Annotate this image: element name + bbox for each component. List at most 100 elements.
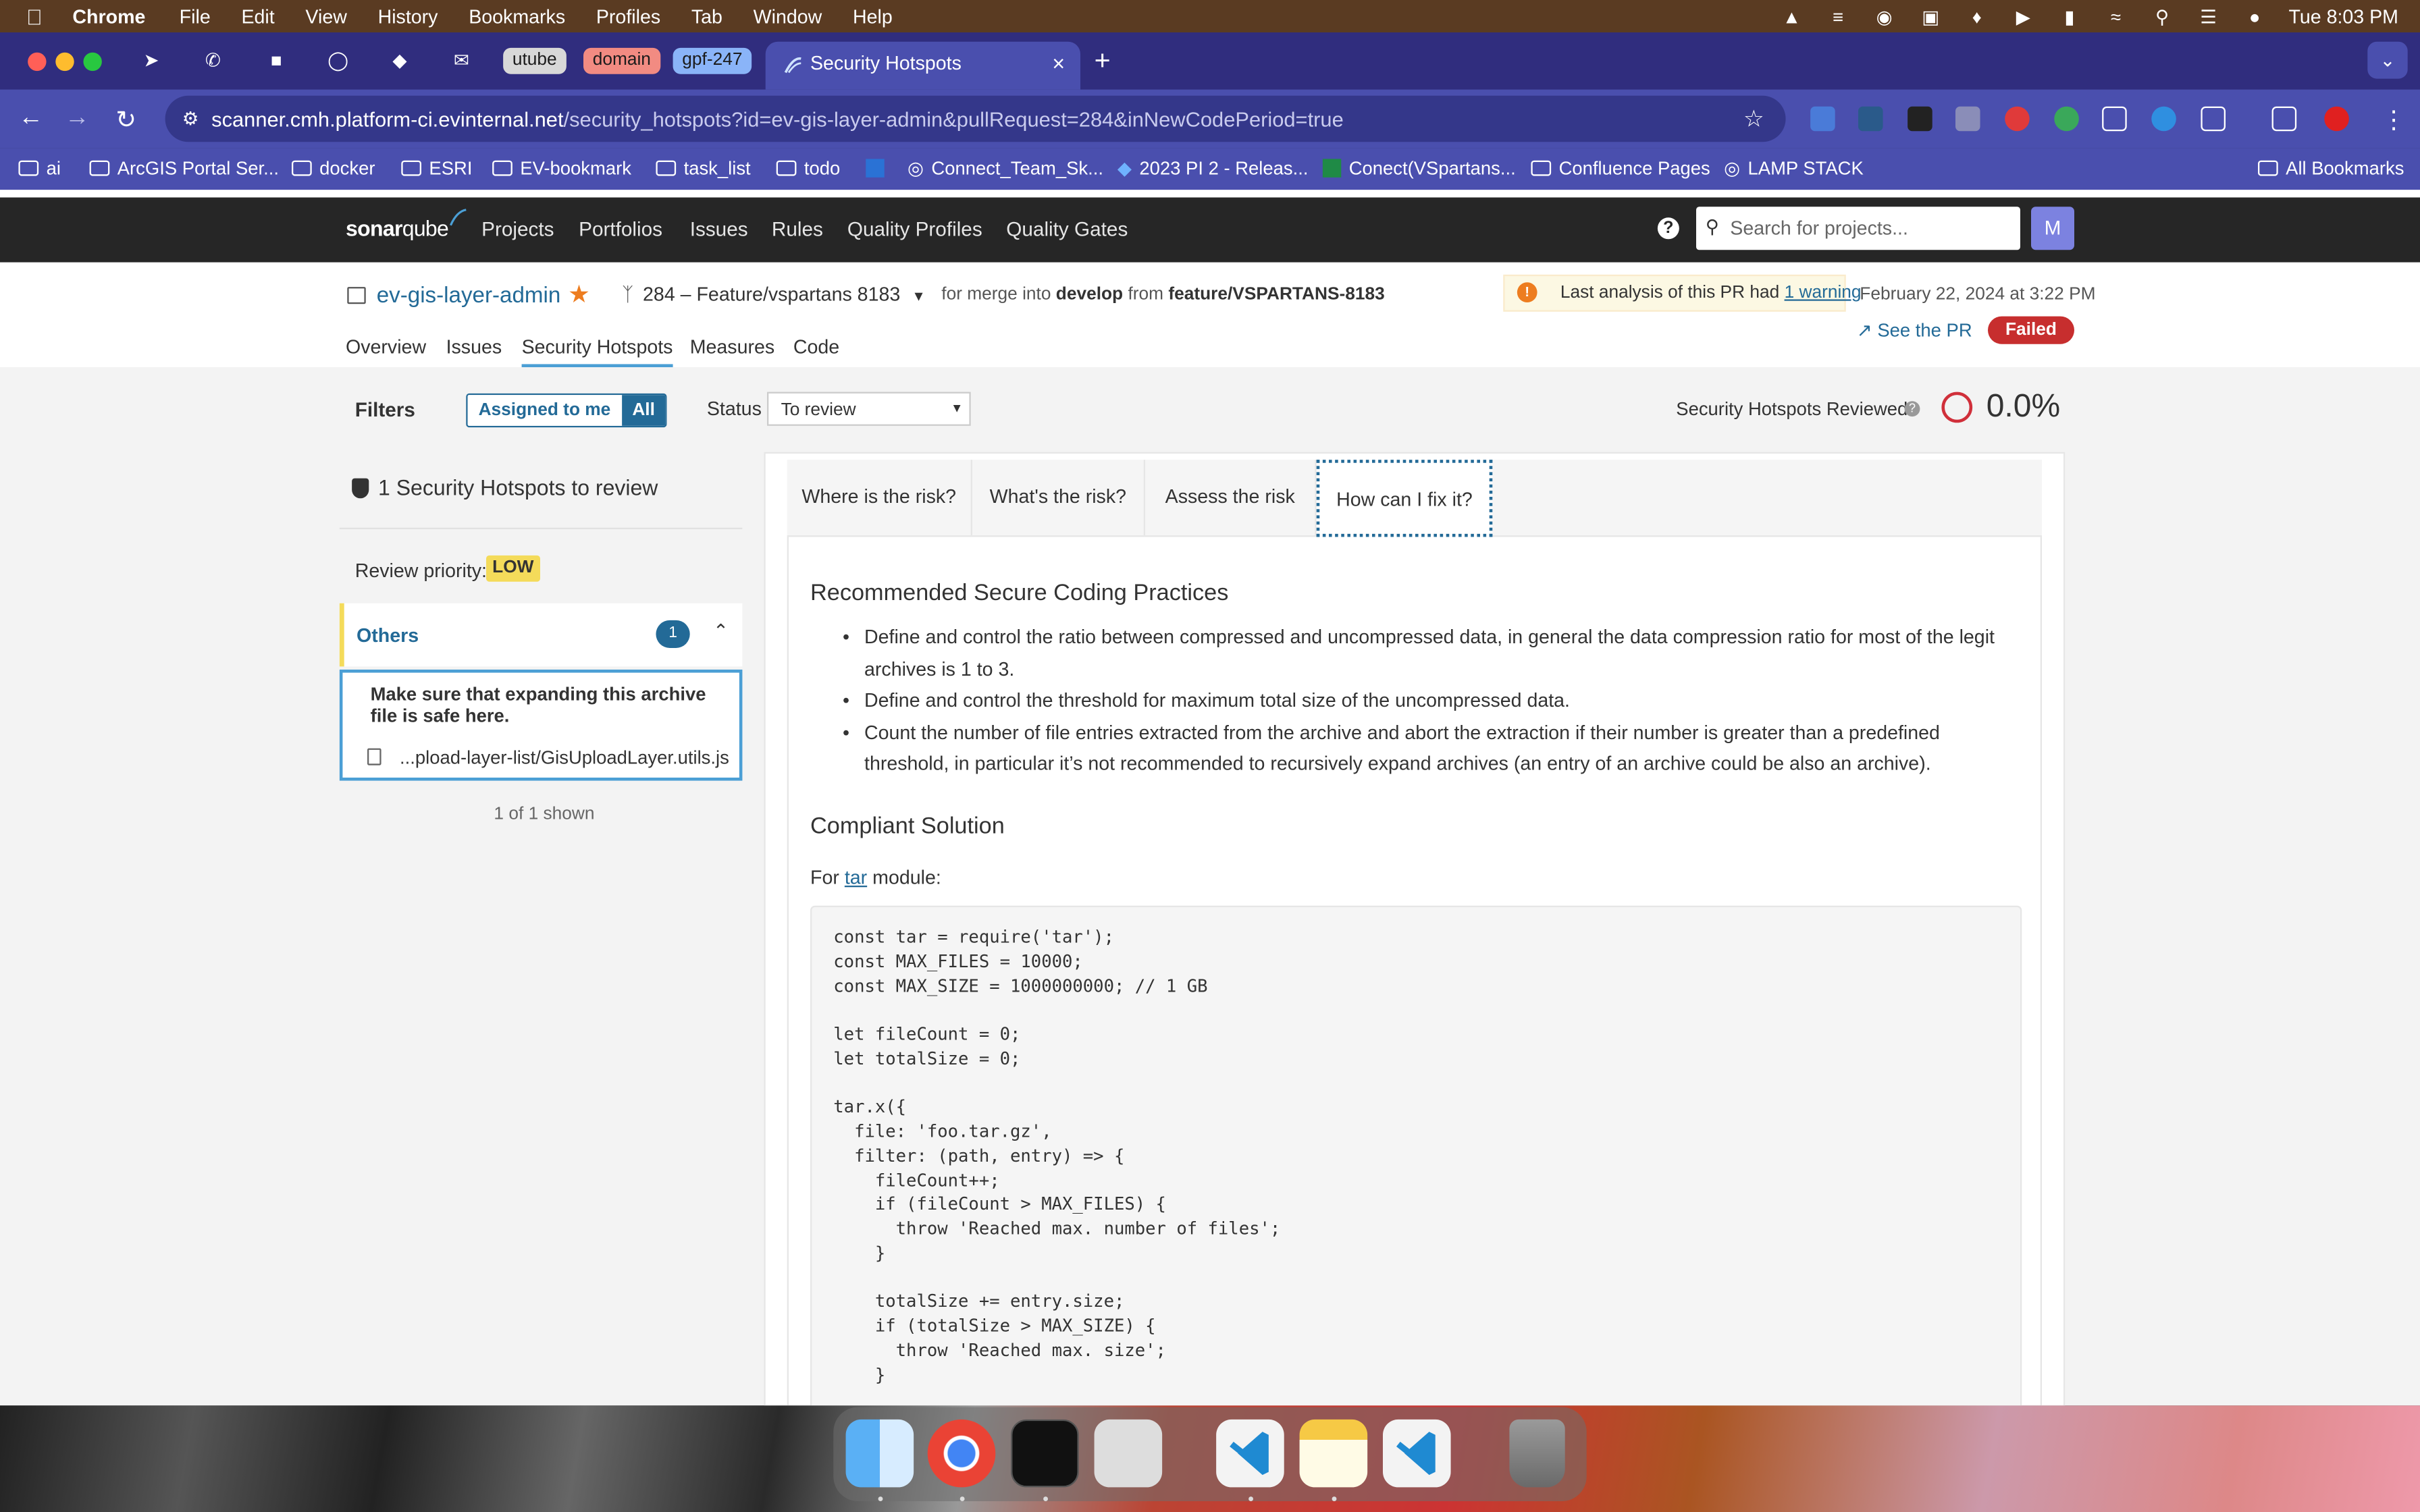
bookmark-arcgis[interactable]: ArcGIS Portal Ser... (89, 157, 279, 179)
bookmark-task-list[interactable]: task_list (656, 157, 751, 179)
bookmark-docker[interactable]: docker (292, 157, 375, 179)
menu-edit[interactable]: Edit (241, 5, 274, 27)
shield-status-icon[interactable]: ▣ (1918, 5, 1943, 27)
active-tab[interactable]: Security Hotspots × (765, 41, 1081, 90)
trash-icon[interactable] (1509, 1419, 1565, 1488)
whatsapp-tab-icon[interactable]: ✆ (196, 45, 230, 76)
app-status-icon[interactable]: ▲ (1779, 5, 1804, 27)
status-select[interactable]: To review ▼ (767, 392, 971, 426)
bookmark-star-icon[interactable]: ☆ (1743, 105, 1764, 133)
vscode-icon[interactable] (1216, 1419, 1284, 1488)
spotlight-search-icon[interactable]: ⚲ (2150, 5, 2175, 27)
menu-profiles[interactable]: Profiles (596, 5, 660, 27)
hotspot-item[interactable]: Make sure that expanding this archive fi… (339, 670, 743, 781)
assigned-to-me-button[interactable]: Assigned to me (467, 395, 622, 426)
nav-portfolios[interactable]: Portfolios (579, 217, 662, 240)
notes-icon[interactable] (1299, 1419, 1368, 1488)
bookmark-ev[interactable]: EV-bookmark (492, 157, 631, 179)
vscode-insiders-icon[interactable] (1383, 1419, 1451, 1488)
warning-link[interactable]: 1 warning (1785, 284, 1862, 302)
jira-tab-icon[interactable]: ◆ (383, 45, 417, 76)
siri-icon[interactable]: ● (2242, 5, 2267, 27)
nav-issues[interactable]: Issues (690, 217, 748, 240)
help-icon[interactable]: ? (1657, 217, 1679, 240)
address-bar[interactable]: ⚙ scanner.cmh.platform-ci.evinternal.net… (165, 95, 1786, 142)
dropbox-icon[interactable]: ♦ (1964, 5, 1989, 27)
tab-where-is-the-risk[interactable]: Where is the risk? (787, 460, 973, 536)
menu-history[interactable]: History (378, 5, 438, 27)
zoom-window-icon[interactable] (83, 52, 102, 72)
menu-app-name[interactable]: Chrome (72, 5, 145, 27)
tab-security-hotspots[interactable]: Security Hotspots (521, 336, 673, 368)
bookmark-all[interactable]: All Bookmarks (2258, 157, 2404, 179)
extension-blue-icon[interactable] (2151, 106, 2176, 132)
menu-file[interactable]: File (180, 5, 211, 27)
menubar-clock[interactable]: Tue 8:03 PM (2288, 5, 2398, 27)
terminal-icon[interactable] (1011, 1419, 1079, 1488)
telegram-tab-icon[interactable]: ➤ (134, 45, 168, 76)
control-center-icon[interactable]: ☰ (2196, 5, 2221, 27)
circle-tab-icon[interactable]: ◯ (321, 45, 354, 76)
close-tab-icon[interactable]: × (1052, 51, 1065, 76)
menu-view[interactable]: View (305, 5, 346, 27)
bookmark-pi-release[interactable]: ◆ 2023 PI 2 - Releas... (1117, 157, 1309, 179)
see-pr-link[interactable]: ↗ See the PR (1857, 319, 1972, 341)
finder-icon[interactable] (845, 1419, 914, 1488)
address-url[interactable]: scanner.cmh.platform-ci.evinternal.net/s… (211, 108, 1344, 131)
battery-icon[interactable]: ▮ (2057, 5, 2082, 27)
favorite-star-icon[interactable]: ★ (568, 279, 590, 310)
outlook-tab-icon[interactable]: ✉ (444, 45, 478, 76)
menu-help[interactable]: Help (853, 5, 893, 27)
help-icon[interactable]: ? (1904, 401, 1920, 417)
chrome-icon[interactable] (927, 1419, 996, 1488)
bookmark-confluence[interactable]: Confluence Pages (1531, 157, 1710, 179)
category-others[interactable]: Others 1 ⌃ (339, 603, 743, 667)
menu-tab[interactable]: Tab (691, 5, 722, 27)
aws-tab-icon[interactable]: ■ (259, 45, 293, 76)
tab-how-can-i-fix-it[interactable]: How can I fix it? (1316, 460, 1493, 537)
menu-window[interactable]: Window (754, 5, 822, 27)
play-icon[interactable]: ▶ (2011, 5, 2036, 27)
reload-icon[interactable]: ↻ (115, 105, 136, 136)
nav-quality-profiles[interactable]: Quality Profiles (847, 217, 982, 240)
back-icon[interactable]: ← (18, 105, 43, 132)
profile-avatar-icon[interactable] (2324, 106, 2349, 132)
pull-request-selector[interactable]: ᛉ 284 – Feature/vspartans 8183 ▼ (622, 284, 926, 306)
tab-group-gpf[interactable]: gpf-247 (673, 47, 752, 74)
nav-rules[interactable]: Rules (772, 217, 823, 240)
tab-search-icon[interactable]: ⌄ (2367, 41, 2408, 79)
nav-projects[interactable]: Projects (481, 217, 554, 240)
extension-camera-icon[interactable] (1908, 106, 1932, 132)
project-search-input[interactable]: ⚲ Search for projects... (1696, 207, 2021, 250)
bookmark-lamp[interactable]: ◎ LAMP STACK (1724, 157, 1864, 179)
chevron-up-icon[interactable]: ⌃ (713, 620, 729, 642)
bookmark-ai[interactable]: ai (18, 157, 61, 179)
tab-overview[interactable]: Overview (346, 336, 426, 358)
tab-issues[interactable]: Issues (446, 336, 502, 358)
minimize-window-icon[interactable] (55, 52, 74, 72)
extension-grid-icon[interactable] (1858, 106, 1883, 132)
extension-window-icon[interactable] (2102, 106, 2127, 132)
side-panel-icon[interactable] (2271, 106, 2297, 132)
extension-hand-icon[interactable] (2005, 106, 2030, 132)
wifi-icon[interactable]: ≈ (2103, 5, 2128, 27)
new-tab-icon[interactable]: + (1095, 45, 1111, 77)
vpn-icon[interactable]: ◉ (1872, 5, 1897, 27)
forward-icon[interactable]: → (65, 105, 90, 132)
extension-plus-icon[interactable] (2054, 106, 2079, 132)
site-info-icon[interactable]: ⚙ (182, 108, 199, 130)
editor-status-icon[interactable]: ≡ (1826, 5, 1851, 27)
tar-link[interactable]: tar (845, 867, 867, 889)
all-button[interactable]: All (621, 395, 666, 426)
bookmark-conect[interactable]: Conect(VSpartans... (1322, 157, 1516, 179)
apple-icon[interactable]:  (26, 4, 48, 29)
tab-group-domain[interactable]: domain (583, 47, 660, 74)
tab-code[interactable]: Code (793, 336, 839, 358)
chrome-menu-icon[interactable]: ⋮ (2382, 105, 2406, 136)
bookmark-todo[interactable]: todo (776, 157, 840, 179)
menu-bookmarks[interactable]: Bookmarks (469, 5, 565, 27)
extension-fi-icon[interactable] (1810, 106, 1835, 132)
bookmark-connect-team[interactable]: ◎ Connect_Team_Sk... (866, 157, 1103, 179)
extensions-puzzle-icon[interactable] (2201, 106, 2226, 132)
tab-measures[interactable]: Measures (690, 336, 774, 358)
